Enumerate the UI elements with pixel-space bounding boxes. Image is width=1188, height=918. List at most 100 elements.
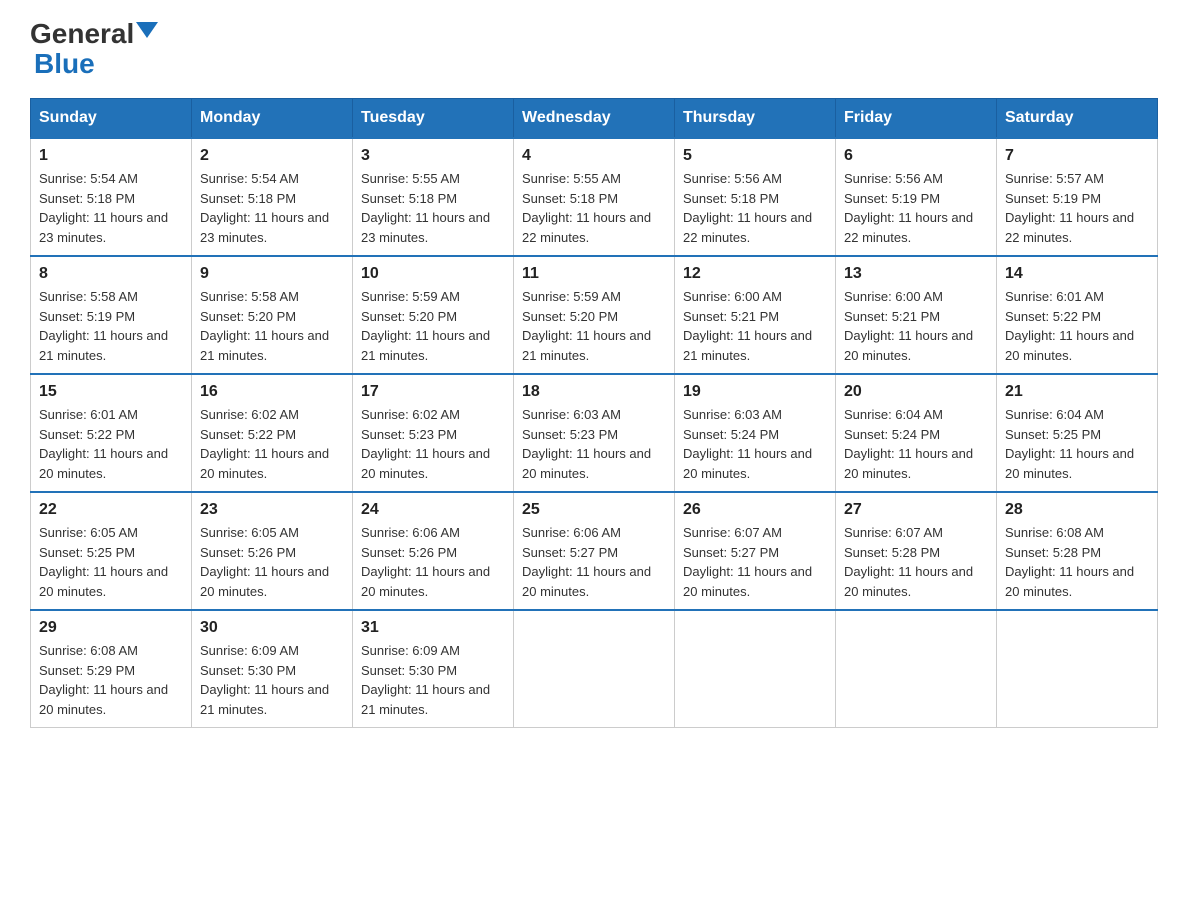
day-number: 21	[1005, 383, 1149, 401]
calendar-cell: 21 Sunrise: 6:04 AM Sunset: 5:25 PM Dayl…	[997, 374, 1158, 492]
calendar-header-row: SundayMondayTuesdayWednesdayThursdayFrid…	[31, 99, 1158, 139]
calendar-cell: 22 Sunrise: 6:05 AM Sunset: 5:25 PM Dayl…	[31, 492, 192, 610]
day-number: 22	[39, 501, 183, 519]
calendar-cell: 29 Sunrise: 6:08 AM Sunset: 5:29 PM Dayl…	[31, 610, 192, 728]
day-of-week-header: Friday	[836, 99, 997, 139]
day-number: 25	[522, 501, 666, 519]
day-number: 17	[361, 383, 505, 401]
calendar-cell: 7 Sunrise: 5:57 AM Sunset: 5:19 PM Dayli…	[997, 138, 1158, 256]
day-info: Sunrise: 5:58 AM Sunset: 5:19 PM Dayligh…	[39, 287, 183, 365]
calendar-week-row: 15 Sunrise: 6:01 AM Sunset: 5:22 PM Dayl…	[31, 374, 1158, 492]
day-info: Sunrise: 6:05 AM Sunset: 5:26 PM Dayligh…	[200, 523, 344, 601]
calendar-cell: 10 Sunrise: 5:59 AM Sunset: 5:20 PM Dayl…	[353, 256, 514, 374]
day-of-week-header: Saturday	[997, 99, 1158, 139]
day-number: 27	[844, 501, 988, 519]
day-info: Sunrise: 5:55 AM Sunset: 5:18 PM Dayligh…	[522, 169, 666, 247]
day-number: 2	[200, 147, 344, 165]
day-number: 24	[361, 501, 505, 519]
day-info: Sunrise: 6:09 AM Sunset: 5:30 PM Dayligh…	[361, 641, 505, 719]
calendar-cell: 6 Sunrise: 5:56 AM Sunset: 5:19 PM Dayli…	[836, 138, 997, 256]
calendar-week-row: 29 Sunrise: 6:08 AM Sunset: 5:29 PM Dayl…	[31, 610, 1158, 728]
day-info: Sunrise: 6:09 AM Sunset: 5:30 PM Dayligh…	[200, 641, 344, 719]
day-number: 3	[361, 147, 505, 165]
calendar-table: SundayMondayTuesdayWednesdayThursdayFrid…	[30, 98, 1158, 728]
calendar-cell: 30 Sunrise: 6:09 AM Sunset: 5:30 PM Dayl…	[192, 610, 353, 728]
day-info: Sunrise: 6:08 AM Sunset: 5:29 PM Dayligh…	[39, 641, 183, 719]
calendar-cell: 5 Sunrise: 5:56 AM Sunset: 5:18 PM Dayli…	[675, 138, 836, 256]
calendar-cell: 9 Sunrise: 5:58 AM Sunset: 5:20 PM Dayli…	[192, 256, 353, 374]
calendar-week-row: 22 Sunrise: 6:05 AM Sunset: 5:25 PM Dayl…	[31, 492, 1158, 610]
day-of-week-header: Wednesday	[514, 99, 675, 139]
calendar-cell: 1 Sunrise: 5:54 AM Sunset: 5:18 PM Dayli…	[31, 138, 192, 256]
calendar-cell: 19 Sunrise: 6:03 AM Sunset: 5:24 PM Dayl…	[675, 374, 836, 492]
calendar-cell: 25 Sunrise: 6:06 AM Sunset: 5:27 PM Dayl…	[514, 492, 675, 610]
day-number: 28	[1005, 501, 1149, 519]
day-number: 5	[683, 147, 827, 165]
calendar-cell: 3 Sunrise: 5:55 AM Sunset: 5:18 PM Dayli…	[353, 138, 514, 256]
day-info: Sunrise: 6:04 AM Sunset: 5:25 PM Dayligh…	[1005, 405, 1149, 483]
calendar-cell: 16 Sunrise: 6:02 AM Sunset: 5:22 PM Dayl…	[192, 374, 353, 492]
day-info: Sunrise: 5:56 AM Sunset: 5:18 PM Dayligh…	[683, 169, 827, 247]
calendar-cell	[514, 610, 675, 728]
calendar-cell: 8 Sunrise: 5:58 AM Sunset: 5:19 PM Dayli…	[31, 256, 192, 374]
logo-blue: Blue	[30, 50, 95, 78]
day-number: 26	[683, 501, 827, 519]
calendar-week-row: 8 Sunrise: 5:58 AM Sunset: 5:19 PM Dayli…	[31, 256, 1158, 374]
calendar-cell: 17 Sunrise: 6:02 AM Sunset: 5:23 PM Dayl…	[353, 374, 514, 492]
day-info: Sunrise: 6:01 AM Sunset: 5:22 PM Dayligh…	[39, 405, 183, 483]
day-number: 8	[39, 265, 183, 283]
calendar-cell: 12 Sunrise: 6:00 AM Sunset: 5:21 PM Dayl…	[675, 256, 836, 374]
calendar-body: 1 Sunrise: 5:54 AM Sunset: 5:18 PM Dayli…	[31, 138, 1158, 728]
day-of-week-header: Monday	[192, 99, 353, 139]
day-info: Sunrise: 5:59 AM Sunset: 5:20 PM Dayligh…	[522, 287, 666, 365]
day-number: 23	[200, 501, 344, 519]
day-info: Sunrise: 6:01 AM Sunset: 5:22 PM Dayligh…	[1005, 287, 1149, 365]
day-info: Sunrise: 6:03 AM Sunset: 5:24 PM Dayligh…	[683, 405, 827, 483]
day-info: Sunrise: 6:06 AM Sunset: 5:27 PM Dayligh…	[522, 523, 666, 601]
day-info: Sunrise: 5:59 AM Sunset: 5:20 PM Dayligh…	[361, 287, 505, 365]
day-info: Sunrise: 6:08 AM Sunset: 5:28 PM Dayligh…	[1005, 523, 1149, 601]
day-number: 1	[39, 147, 183, 165]
calendar-cell: 15 Sunrise: 6:01 AM Sunset: 5:22 PM Dayl…	[31, 374, 192, 492]
calendar-cell: 13 Sunrise: 6:00 AM Sunset: 5:21 PM Dayl…	[836, 256, 997, 374]
day-number: 14	[1005, 265, 1149, 283]
day-info: Sunrise: 6:04 AM Sunset: 5:24 PM Dayligh…	[844, 405, 988, 483]
day-number: 16	[200, 383, 344, 401]
day-info: Sunrise: 5:57 AM Sunset: 5:19 PM Dayligh…	[1005, 169, 1149, 247]
day-info: Sunrise: 6:00 AM Sunset: 5:21 PM Dayligh…	[683, 287, 827, 365]
day-number: 12	[683, 265, 827, 283]
day-number: 7	[1005, 147, 1149, 165]
day-info: Sunrise: 6:07 AM Sunset: 5:27 PM Dayligh…	[683, 523, 827, 601]
day-info: Sunrise: 6:02 AM Sunset: 5:23 PM Dayligh…	[361, 405, 505, 483]
day-number: 20	[844, 383, 988, 401]
day-number: 15	[39, 383, 183, 401]
page-header: General Blue	[30, 20, 1158, 78]
day-info: Sunrise: 6:05 AM Sunset: 5:25 PM Dayligh…	[39, 523, 183, 601]
calendar-cell	[836, 610, 997, 728]
day-info: Sunrise: 5:58 AM Sunset: 5:20 PM Dayligh…	[200, 287, 344, 365]
day-of-week-header: Sunday	[31, 99, 192, 139]
calendar-cell: 14 Sunrise: 6:01 AM Sunset: 5:22 PM Dayl…	[997, 256, 1158, 374]
day-number: 30	[200, 619, 344, 637]
calendar-cell: 18 Sunrise: 6:03 AM Sunset: 5:23 PM Dayl…	[514, 374, 675, 492]
calendar-cell: 11 Sunrise: 5:59 AM Sunset: 5:20 PM Dayl…	[514, 256, 675, 374]
day-number: 4	[522, 147, 666, 165]
calendar-cell: 23 Sunrise: 6:05 AM Sunset: 5:26 PM Dayl…	[192, 492, 353, 610]
day-info: Sunrise: 6:06 AM Sunset: 5:26 PM Dayligh…	[361, 523, 505, 601]
calendar-cell	[675, 610, 836, 728]
calendar-cell: 31 Sunrise: 6:09 AM Sunset: 5:30 PM Dayl…	[353, 610, 514, 728]
day-number: 31	[361, 619, 505, 637]
calendar-cell: 28 Sunrise: 6:08 AM Sunset: 5:28 PM Dayl…	[997, 492, 1158, 610]
calendar-cell: 4 Sunrise: 5:55 AM Sunset: 5:18 PM Dayli…	[514, 138, 675, 256]
calendar-cell: 27 Sunrise: 6:07 AM Sunset: 5:28 PM Dayl…	[836, 492, 997, 610]
day-number: 19	[683, 383, 827, 401]
day-info: Sunrise: 5:54 AM Sunset: 5:18 PM Dayligh…	[39, 169, 183, 247]
day-info: Sunrise: 6:03 AM Sunset: 5:23 PM Dayligh…	[522, 405, 666, 483]
day-number: 6	[844, 147, 988, 165]
calendar-week-row: 1 Sunrise: 5:54 AM Sunset: 5:18 PM Dayli…	[31, 138, 1158, 256]
day-of-week-header: Tuesday	[353, 99, 514, 139]
day-number: 13	[844, 265, 988, 283]
day-info: Sunrise: 6:07 AM Sunset: 5:28 PM Dayligh…	[844, 523, 988, 601]
day-info: Sunrise: 6:00 AM Sunset: 5:21 PM Dayligh…	[844, 287, 988, 365]
calendar-cell: 24 Sunrise: 6:06 AM Sunset: 5:26 PM Dayl…	[353, 492, 514, 610]
